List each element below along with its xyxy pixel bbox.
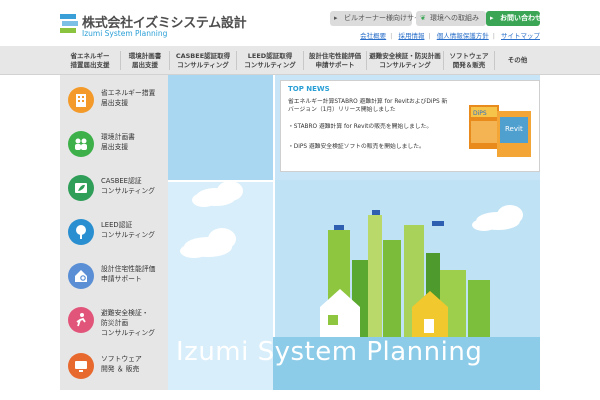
link-privacy[interactable]: 個人情報保護方針 [437,32,489,40]
service-label: 環境計画書 届出支援 [101,133,135,151]
divider: | [428,32,431,40]
contact-button[interactable]: ▸ お問い合わせ [486,11,542,26]
service-evacuation[interactable]: 避難安全検証・ 防災計画 コンサルティング [60,301,168,345]
news-item[interactable]: ・STABRO 避難計算 for Revitの販売を開始しました。 [288,123,450,131]
contact-label: お問い合わせ [500,14,542,22]
nav-leed[interactable]: LEED認証取得 コンサルティング [237,46,303,75]
company-logo[interactable]: 株式会社イズミシステム設計 Izumi System Planning [60,12,250,38]
arrow-right-icon: ▸ [334,14,338,22]
link-recruit[interactable]: 採用情報 [398,32,424,40]
leaf-icon [68,175,94,201]
nav-housing[interactable]: 設計住宅性能評価 申請サポート [304,46,366,75]
news-heading: TOP NEWS [288,85,330,93]
link-company[interactable]: 会社概要 [360,32,386,40]
service-env-plan[interactable]: 環境計画書 届出支援 [60,125,168,169]
logo-english-name: Izumi System Planning [82,29,168,38]
nav-energy[interactable]: 省エネルギー 措置届出支援 [60,46,120,75]
service-label: ソフトウェア 開発 ＆ 販売 [101,355,142,373]
divider: | [492,32,495,40]
link-sitemap[interactable]: サイトマップ [501,32,540,40]
nav-software[interactable]: ソフトウェア 開発＆販売 [444,46,494,75]
environment-button[interactable]: ❦ 環境への取組み [416,11,486,26]
monitor-icon [68,353,94,379]
service-casbee[interactable]: CASBEE認証 コンサルティング [60,169,168,213]
service-label: 設計住宅性能評価 申請サポート [101,265,156,283]
software-package-image[interactable]: DiPS Revit [467,95,535,161]
building-icon [68,87,94,113]
service-leed[interactable]: LEED認証 コンサルティング [60,213,168,257]
divider: | [390,32,393,40]
main-nav: 省エネルギー 措置届出支援 環境計画書 届出支援 CASBEE認証取得 コンサル… [0,46,600,75]
service-label: LEED認証 コンサルティング [101,221,155,239]
service-list: 省エネルギー措置 届出支援 環境計画書 届出支援 CASBEE認証 コンサルティ… [60,75,168,390]
top-news-panel: TOP NEWS 省エネルギー計算STABRO 避難計算 for Revitおよ… [280,80,540,172]
house-search-icon [68,263,94,289]
site-header: 株式会社イズミシステム設計 Izumi System Planning ▸ ビル… [0,0,600,46]
news-item[interactable]: ・DiPS 避難安全検証ソフトの販売を開始しました。 [288,143,450,151]
nav-evacuation[interactable]: 避難安全検証・防災計画 コンサルティング [367,46,443,75]
tree-icon [68,219,94,245]
logo-mark-icon [60,14,78,33]
nav-casbee[interactable]: CASBEE認証取得 コンサルティング [170,46,236,75]
hero-title: Izumi System Planning [176,337,483,367]
utility-links: 会社概要 | 採用情報 | 個人情報保護方針 | サイトマップ [356,30,540,40]
leaf-small-icon: ❦ [420,14,426,22]
environment-label: 環境への取組み [430,14,479,22]
service-label: CASBEE認証 コンサルティング [101,177,155,195]
news-item[interactable]: 省エネルギー計算STABRO 避難計算 for RevitおよびDiPS 新バー… [288,98,450,114]
service-housing[interactable]: 設計住宅性能評価 申請サポート [60,257,168,301]
arrow-right-icon: ▸ [490,14,494,22]
people-icon [68,131,94,157]
nav-other[interactable]: その他 [495,46,540,75]
service-software[interactable]: ソフトウェア 開発 ＆ 販売 [60,347,168,391]
service-label: 避難安全検証・ 防災計画 コンサルティング [101,309,155,337]
nav-env-plan[interactable]: 環境計画書 届出支援 [121,46,169,75]
owner-site-button[interactable]: ▸ ビルオーナー様向けサイト [330,11,428,26]
service-label: 省エネルギー措置 届出支援 [101,89,156,107]
evacuation-icon [68,307,94,333]
service-energy[interactable]: 省エネルギー措置 届出支援 [60,81,168,125]
book-label: Revit [505,125,523,133]
book-label: DiPS [473,110,487,117]
